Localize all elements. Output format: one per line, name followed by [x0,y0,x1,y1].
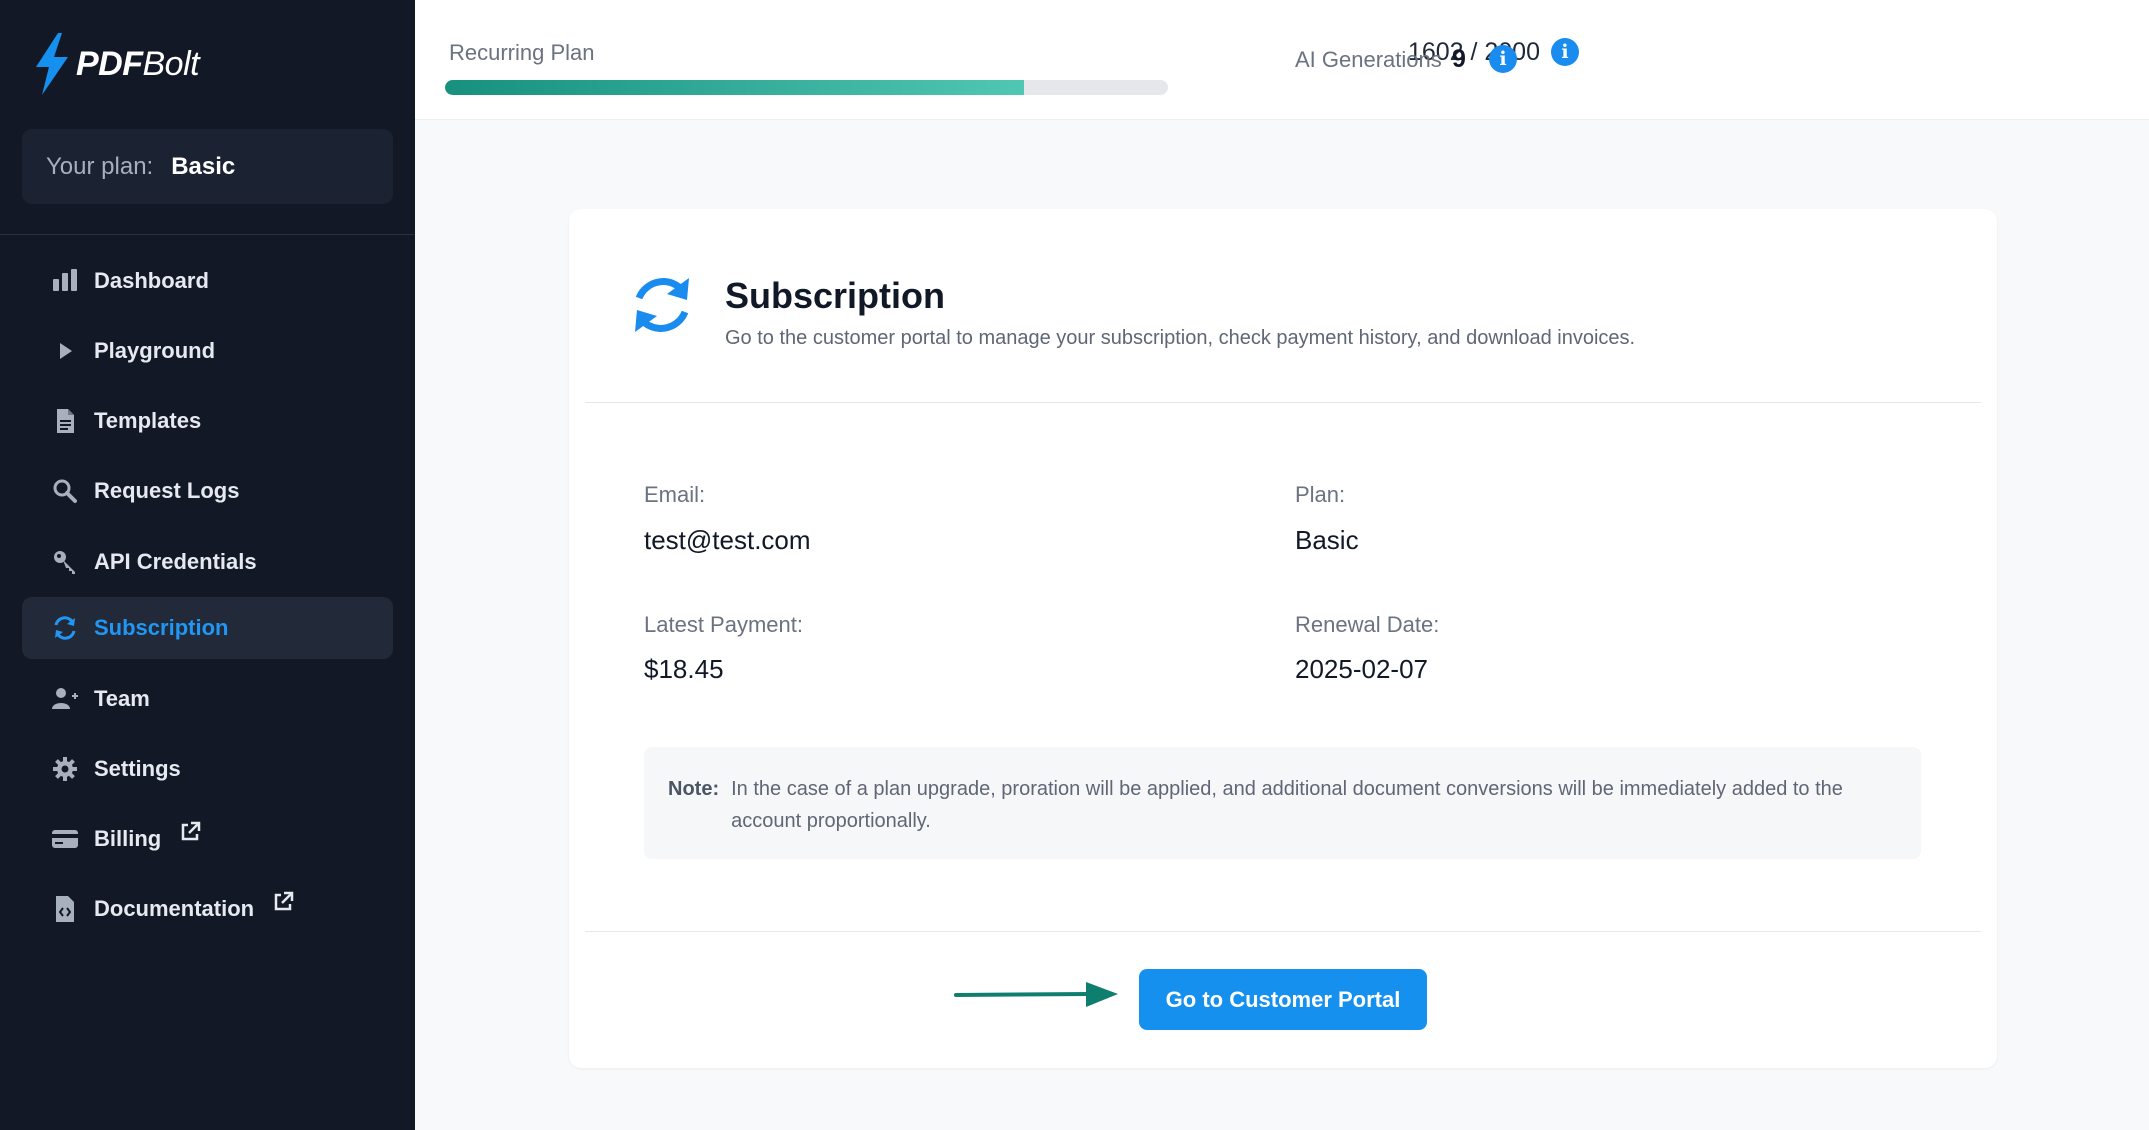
note-label: Note: [668,778,720,800]
sidebar-item-label: Subscription [94,615,229,640]
app: PDFBolt Your plan: Basic Dashboard Playg… [0,0,2149,1130]
key-icon [50,547,80,577]
sidebar-item-label: Team [94,686,150,711]
play-icon [50,336,80,366]
top-bar: Recurring Plan 1602 / 2000 i AI Generati… [415,0,2149,120]
logo-text: PDFBolt [76,44,200,83]
credit-card-icon [50,824,80,854]
usage-progress-bar [445,80,1168,95]
sidebar-item-documentation[interactable]: Documentation [22,878,393,940]
plan-label: Plan: [1295,482,1346,507]
search-icon [50,476,80,506]
current-plan-box: Your plan: Basic [22,129,393,204]
ai-info-icon[interactable]: i [1489,45,1517,73]
renewal-date-label: Renewal Date: [1295,612,1440,637]
sync-icon [50,613,80,643]
file-icon [50,406,80,436]
plan-value: Basic [1295,525,1359,555]
renewal-date-value: 2025-02-07 [1295,654,1428,684]
pdfbolt-logo[interactable]: PDFBolt [32,33,200,95]
sidebar-item-request-logs[interactable]: Request Logs [22,460,393,522]
note-text: In the case of a plan upgrade, proration… [731,778,1843,832]
usage-info-icon[interactable]: i [1551,38,1579,66]
user-plus-icon [50,684,80,714]
latest-payment-value: $18.45 [644,654,724,684]
sidebar-item-label: Dashboard [94,268,209,293]
ai-generations-count: 9 [1452,45,1466,73]
sidebar-item-templates[interactable]: Templates [22,390,393,452]
card-divider-top [585,402,1981,403]
latest-payment-label: Latest Payment: [644,612,803,637]
code-file-icon [50,894,80,924]
plan-box-value: Basic [171,152,236,180]
ai-generations-label: AI Generations [1295,47,1442,72]
sidebar-item-dashboard[interactable]: Dashboard [22,250,393,312]
bolt-logo-icon [36,33,68,95]
sidebar-item-settings[interactable]: Settings [22,738,393,800]
sidebar-item-label: Request Logs [94,478,240,503]
sidebar-item-label: API Credentials [94,549,257,574]
sidebar-item-subscription[interactable]: Subscription [22,597,393,659]
sidebar-item-label: Billing [94,826,162,851]
sidebar-item-billing[interactable]: Billing [22,808,393,870]
page-subtitle: Go to the customer portal to manage your… [725,327,1636,349]
email-value: test@test.com [644,525,811,555]
sidebar-divider [0,234,415,235]
go-to-customer-portal-button[interactable]: Go to Customer Portal [1139,969,1427,1030]
subscription-card: Subscription Go to the customer portal t… [569,209,1997,1068]
sidebar-item-label: Settings [94,756,181,781]
proration-note: Note: In the case of a plan upgrade, pro… [644,747,1921,859]
external-link-icon [181,821,201,841]
usage-label: Recurring Plan [449,40,595,65]
sidebar-item-api-credentials[interactable]: API Credentials [22,531,393,593]
gear-icon [50,754,80,784]
sidebar-item-playground[interactable]: Playground [22,320,393,382]
external-link-icon [274,891,294,911]
sidebar-item-label: Documentation [94,896,255,921]
plan-box-label: Your plan: [46,152,154,180]
arrow-right-icon [954,982,1118,1007]
sidebar-item-label: Playground [94,338,216,363]
card-divider-bottom [585,931,1981,932]
sidebar-item-label: Templates [94,408,202,433]
sidebar: PDFBolt Your plan: Basic Dashboard Playg… [0,0,415,1130]
usage-progress-fill [445,80,1025,95]
bar-chart-icon [50,266,80,296]
sync-icon [635,278,689,332]
email-label: Email: [644,482,706,507]
page-title: Subscription [725,275,946,316]
sidebar-item-team[interactable]: Team [22,668,393,730]
